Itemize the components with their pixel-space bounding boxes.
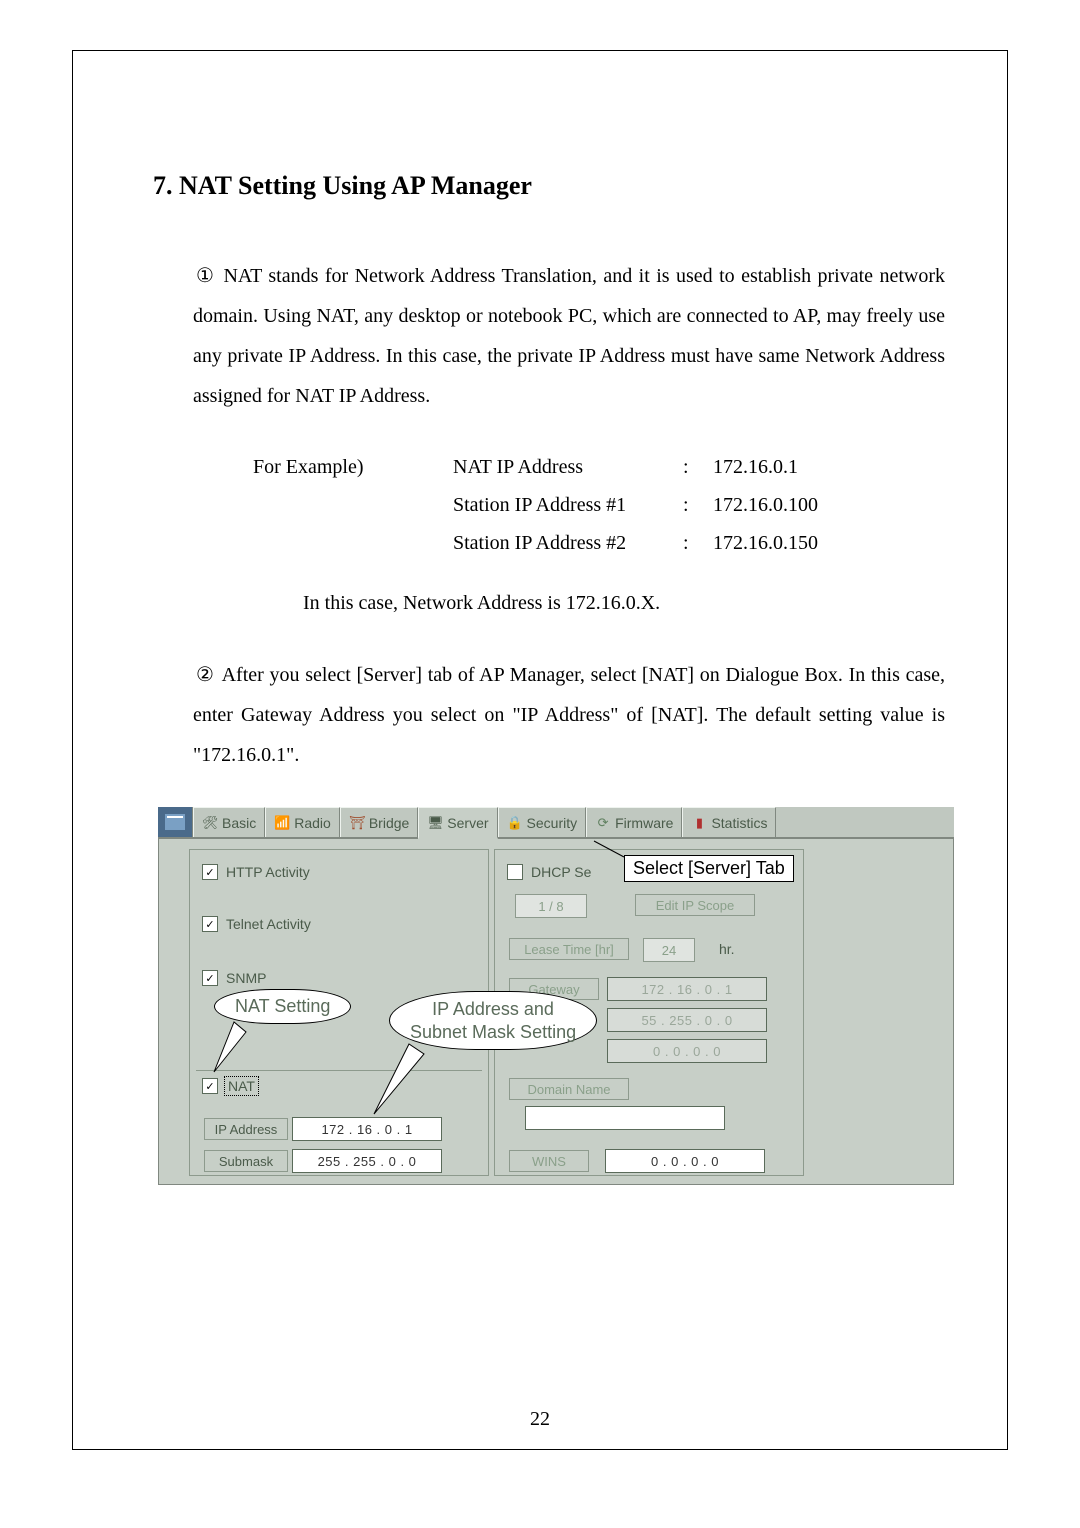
wins-label: WINS (509, 1150, 589, 1172)
domain-name-input[interactable] (525, 1106, 725, 1130)
system-menu-icon[interactable] (158, 807, 193, 837)
domain-name-label: Domain Name (509, 1078, 629, 1100)
gateway-input[interactable]: 172 . 16 . 0 . 1 (607, 977, 767, 1001)
tab-label: Radio (294, 815, 331, 831)
example-table: For Example) NAT IP Address : 172.16.0.1… (253, 448, 945, 562)
ap-manager-screenshot: 🛠 Basic 📶 Radio ⛩ Bridge 🖥 Server 🔒 (158, 807, 954, 1185)
checkbox-label: HTTP Activity (226, 864, 310, 880)
callout-nat-setting: NAT Setting (214, 989, 351, 1024)
submask-label: Submask (204, 1150, 288, 1172)
section-title: 7. NAT Setting Using AP Manager (153, 171, 945, 201)
marker-1: ① (193, 256, 217, 296)
bridge-icon: ⛩ (349, 815, 365, 831)
mask-input[interactable]: 55 . 255 . 0 . 0 (607, 1008, 767, 1032)
example-val: 172.16.0.100 (713, 486, 873, 524)
example-val: 172.16.0.1 (713, 448, 873, 486)
checkbox-checked-icon: ✓ (202, 1078, 218, 1094)
ip-address-label: IP Address (204, 1118, 288, 1140)
tab-bridge[interactable]: ⛩ Bridge (340, 807, 418, 837)
basic-icon: 🛠 (202, 815, 218, 831)
callout-select-server: Select [Server] Tab (624, 855, 794, 882)
zero-ip-input[interactable]: 0 . 0 . 0 . 0 (607, 1039, 767, 1063)
tab-strip: 🛠 Basic 📶 Radio ⛩ Bridge 🖥 Server 🔒 (158, 807, 954, 839)
example-val: 172.16.0.150 (713, 524, 873, 562)
lease-time-label: Lease Time [hr] (509, 938, 629, 960)
tab-basic[interactable]: 🛠 Basic (193, 807, 265, 837)
tab-server[interactable]: 🖥 Server (418, 807, 497, 839)
paragraph-1-text: NAT stands for Network Address Translati… (193, 265, 945, 407)
tab-label: Bridge (369, 815, 409, 831)
checkbox-checked-icon: ✓ (202, 864, 218, 880)
checkbox-empty-icon (507, 864, 523, 880)
tab-label: Basic (222, 815, 256, 831)
example-label: For Example) (253, 448, 453, 486)
tab-statistics[interactable]: ▮ Statistics (682, 807, 776, 837)
lease-time-unit: hr. (719, 941, 735, 957)
nat-submask-input[interactable]: 255 . 255 . 0 . 0 (292, 1149, 442, 1173)
tab-radio[interactable]: 📶 Radio (265, 807, 340, 837)
checkbox-checked-icon: ✓ (202, 916, 218, 932)
tab-label: Server (447, 815, 488, 831)
statistics-icon: ▮ (691, 815, 707, 831)
example-sep: : (683, 486, 713, 524)
lease-time-input[interactable]: 24 (643, 938, 695, 962)
checkbox-label: SNMP (226, 970, 266, 986)
example-sep: : (683, 448, 713, 486)
example-sep: : (683, 524, 713, 562)
server-icon: 🖥 (427, 815, 443, 831)
example-key: Station IP Address #1 (453, 486, 683, 524)
snmp-checkbox[interactable]: ✓ SNMP (202, 970, 266, 986)
security-icon: 🔒 (507, 815, 523, 831)
firmware-icon: ⟳ (595, 815, 611, 831)
paragraph-2: ② After you select [Server] tab of AP Ma… (193, 655, 945, 775)
marker-2: ② (193, 655, 217, 695)
callout-ip-subnet: IP Address and Subnet Mask Setting (389, 991, 597, 1050)
tab-firmware[interactable]: ⟳ Firmware (586, 807, 682, 837)
tab-label: Statistics (711, 815, 767, 831)
paragraph-1: ① NAT stands for Network Address Transla… (193, 256, 945, 416)
http-activity-checkbox[interactable]: ✓ HTTP Activity (202, 864, 310, 880)
nat-ip-input[interactable]: 172 . 16 . 0 . 1 (292, 1117, 442, 1141)
wins-input[interactable]: 0 . 0 . 0 . 0 (605, 1149, 765, 1173)
nat-checkbox[interactable]: ✓ NAT (202, 1078, 257, 1094)
network-address-note: In this case, Network Address is 172.16.… (303, 592, 945, 615)
example-key: Station IP Address #2 (453, 524, 683, 562)
page-number: 22 (73, 1408, 1007, 1431)
checkbox-checked-icon: ✓ (202, 970, 218, 986)
tab-security[interactable]: 🔒 Security (498, 807, 587, 837)
edit-ip-scope-button[interactable]: Edit IP Scope (635, 894, 755, 916)
checkbox-label: NAT (226, 1078, 257, 1094)
example-key: NAT IP Address (453, 448, 683, 486)
tab-label: Security (527, 815, 578, 831)
radio-icon: 📶 (274, 815, 290, 831)
scope-count: 1 / 8 (515, 894, 587, 918)
telnet-activity-checkbox[interactable]: ✓ Telnet Activity (202, 916, 311, 932)
paragraph-2-text: After you select [Server] tab of AP Mana… (193, 664, 945, 766)
checkbox-label: Telnet Activity (226, 916, 311, 932)
tab-label: Firmware (615, 815, 673, 831)
